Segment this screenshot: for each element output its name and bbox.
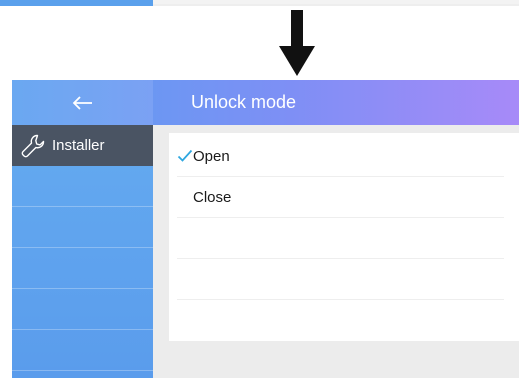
back-button[interactable]	[12, 80, 153, 125]
previous-screen-content-edge	[153, 0, 519, 4]
option-label: Close	[193, 188, 232, 206]
previous-screen-sidebar-edge	[0, 0, 153, 6]
sidebar-item-empty	[12, 289, 153, 330]
options-panel: Open Close	[169, 133, 519, 341]
arrow-left-icon	[72, 95, 92, 110]
sidebar-item-empty	[12, 166, 153, 207]
previous-screen-strip	[0, 0, 519, 6]
transition-down-arrow-icon	[279, 10, 315, 76]
option-empty	[177, 259, 504, 300]
checkmark-icon	[177, 149, 193, 162]
header-bar: Unlock mode	[12, 80, 519, 125]
device-screen: Unlock mode Installer Open Close	[12, 80, 519, 378]
page: Unlock mode Installer Open Close	[0, 0, 519, 378]
sidebar-item-empty	[12, 248, 153, 289]
sidebar-item-label: Installer	[52, 137, 105, 154]
wrench-icon	[21, 134, 45, 157]
sidebar-item-empty	[12, 207, 153, 248]
option-label: Open	[193, 147, 230, 165]
option-open[interactable]: Open	[177, 136, 504, 177]
option-empty	[177, 218, 504, 259]
page-title: Unlock mode	[191, 92, 297, 112]
sidebar-item-empty	[12, 330, 153, 371]
sidebar-item-installer[interactable]: Installer	[12, 125, 153, 166]
option-close[interactable]: Close	[177, 177, 504, 218]
sidebar: Installer	[12, 125, 153, 378]
